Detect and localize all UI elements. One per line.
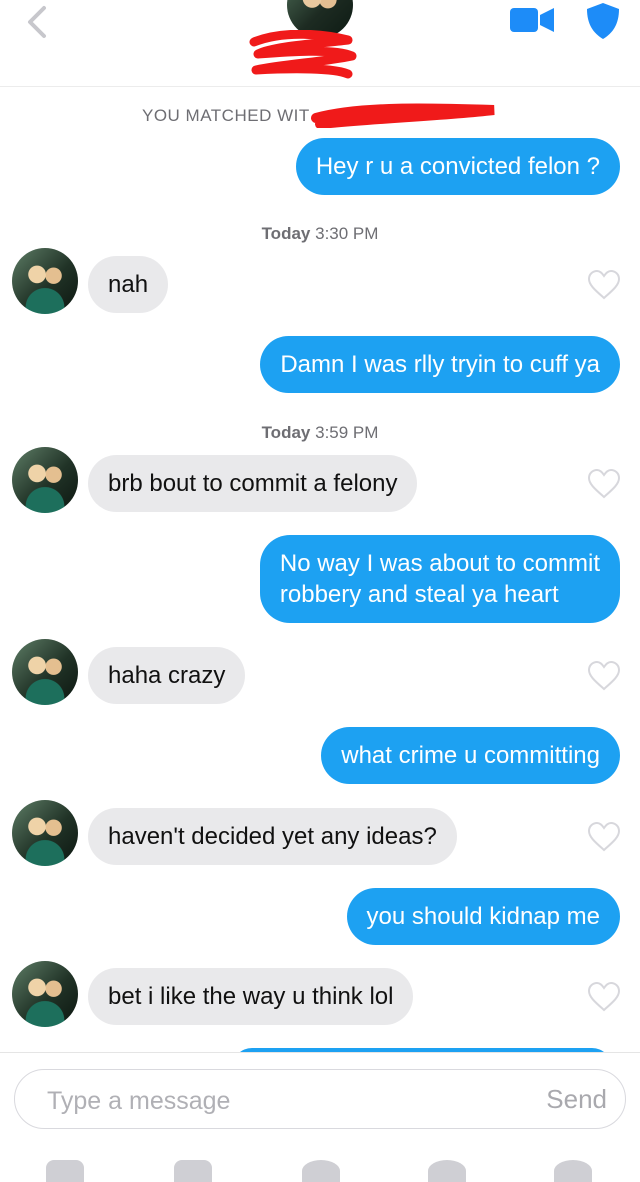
- sender-avatar[interactable]: [12, 639, 78, 705]
- sender-avatar[interactable]: [12, 447, 78, 513]
- sender-avatar[interactable]: [12, 248, 78, 314]
- tab-icon[interactable]: [302, 1160, 340, 1182]
- heart-icon[interactable]: [587, 822, 621, 852]
- heart-icon[interactable]: [587, 469, 621, 499]
- message-received[interactable]: haven't decided yet any ideas?: [88, 808, 457, 865]
- message-sent[interactable]: No way I was about to commit robbery and…: [259, 535, 620, 623]
- composer-bar: Send: [0, 1052, 640, 1147]
- redaction-scribble: [311, 103, 495, 128]
- heart-icon[interactable]: [587, 270, 621, 300]
- send-button[interactable]: Send: [546, 1084, 607, 1115]
- message-received[interactable]: nah: [88, 256, 169, 313]
- message-line: No way I was about to commit: [279, 550, 600, 577]
- message-sent[interactable]: you should kidnap me: [346, 888, 620, 945]
- timestamp: Today 3:30 PM: [261, 224, 379, 243]
- message-sent[interactable]: Hey r u a convicted felon ?: [295, 138, 620, 195]
- chat-header: [0, 0, 640, 87]
- tab-icon[interactable]: [554, 1160, 592, 1182]
- message-sent[interactable]: what crime u committing: [321, 727, 620, 784]
- message-received[interactable]: bet i like the way u think lol: [88, 968, 414, 1025]
- message-sent[interactable]: Damn I was rlly tryin to cuff ya: [260, 336, 620, 393]
- message-input[interactable]: [45, 1080, 509, 1122]
- message-line: robbery and steal ya heart: [279, 581, 559, 608]
- tab-icon[interactable]: [174, 1160, 212, 1182]
- matched-banner: YOU MATCHED WIT: [142, 106, 310, 125]
- tab-bar: [0, 1146, 640, 1182]
- sender-avatar[interactable]: [12, 961, 78, 1027]
- message-received[interactable]: brb bout to commit a felony: [88, 455, 418, 512]
- heart-icon[interactable]: [587, 982, 621, 1012]
- video-call-icon[interactable]: [510, 6, 554, 34]
- tab-icon[interactable]: [428, 1160, 466, 1182]
- redaction-scribble: [249, 30, 357, 79]
- message-input-container[interactable]: Send: [14, 1069, 626, 1129]
- timestamp: Today 3:59 PM: [261, 423, 379, 442]
- tab-icon[interactable]: [46, 1160, 84, 1182]
- shield-icon[interactable]: [586, 2, 620, 40]
- chevron-left-icon[interactable]: [22, 2, 52, 42]
- heart-icon[interactable]: [587, 661, 621, 691]
- sender-avatar[interactable]: [12, 800, 78, 866]
- message-received[interactable]: haha crazy: [88, 647, 246, 704]
- message-thread[interactable]: YOU MATCHED WIT Hey r u a convicted felo…: [0, 86, 640, 1052]
